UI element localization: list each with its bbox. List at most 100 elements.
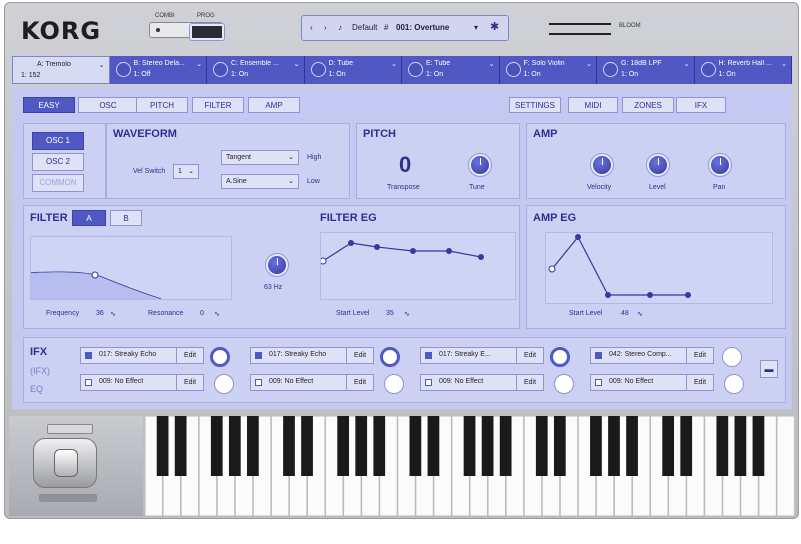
eq-edit-button[interactable]: Edit: [516, 374, 544, 391]
common-button[interactable]: COMMON: [32, 174, 84, 192]
chevron-down-icon[interactable]: ⌄: [684, 60, 690, 68]
black-key[interactable]: [553, 416, 566, 476]
level-knob[interactable]: [647, 154, 669, 176]
ifx-edit-button[interactable]: Edit: [176, 347, 204, 364]
eq-knob[interactable]: [724, 374, 744, 394]
chevron-down-icon[interactable]: ⌄: [391, 60, 397, 68]
pan-knob[interactable]: [709, 154, 731, 176]
slot-knob-icon[interactable]: [700, 62, 716, 77]
mode-switch-knob[interactable]: [190, 24, 224, 40]
mode-switch-track[interactable]: [149, 22, 224, 40]
filter-curve-graph[interactable]: [30, 236, 232, 300]
black-key[interactable]: [301, 416, 313, 476]
slot-g[interactable]: G: 18dB LPF 1: On ⌄: [597, 56, 695, 84]
ifx-on-icon[interactable]: [255, 352, 262, 359]
ifx-knob[interactable]: [550, 347, 570, 367]
black-key[interactable]: [283, 416, 295, 476]
black-key[interactable]: [228, 416, 241, 476]
black-key[interactable]: [752, 416, 765, 476]
ribbon-controller[interactable]: [39, 494, 97, 502]
black-key[interactable]: [535, 416, 548, 476]
black-key[interactable]: [481, 416, 494, 476]
black-key[interactable]: [626, 416, 638, 476]
tab-zones[interactable]: ZONES: [622, 97, 674, 113]
ifx-slot-1[interactable]: 017: Streaky Echo⌄: [80, 347, 188, 364]
osc2-button[interactable]: OSC 2: [32, 153, 84, 171]
transpose-value[interactable]: 0: [399, 152, 411, 178]
ifx-on-icon[interactable]: [425, 352, 432, 359]
high-wave-select[interactable]: Tangent ⌄: [221, 150, 299, 165]
ifx-knob[interactable]: [722, 347, 742, 367]
black-key[interactable]: [409, 416, 422, 476]
slot-h[interactable]: H: Reverb Hall ... 1: On ⌄: [694, 56, 792, 84]
black-key[interactable]: [463, 416, 476, 476]
filter-tab-b[interactable]: B: [110, 210, 142, 226]
black-key[interactable]: [590, 416, 602, 476]
slot-c[interactable]: C: Ensemble ... 1: On ⌄: [207, 56, 305, 84]
black-key[interactable]: [734, 416, 747, 476]
prev-preset-icon[interactable]: ‹: [310, 23, 313, 32]
eq-slot-1[interactable]: 009: No Effect⌄: [80, 374, 188, 391]
resonance-value[interactable]: 0: [200, 310, 204, 317]
slot-a[interactable]: A: Tremolo 1: 152 ⌄: [12, 56, 110, 84]
keyboard[interactable]: [144, 415, 795, 517]
filter-tab-a[interactable]: A: [72, 210, 106, 226]
filter-eg-start-value[interactable]: 35: [386, 310, 394, 317]
ifx-on-icon[interactable]: [595, 352, 602, 359]
tab-osc[interactable]: OSC: [78, 97, 138, 113]
filter-eg-graph[interactable]: [319, 232, 516, 300]
ifx-slot-4[interactable]: 042: Stereo Comp...⌄: [590, 347, 698, 364]
eq-edit-button[interactable]: Edit: [176, 374, 204, 391]
black-key[interactable]: [499, 416, 512, 476]
black-key[interactable]: [373, 416, 386, 476]
filter-knob[interactable]: [266, 254, 288, 276]
black-key[interactable]: [247, 416, 259, 476]
tab-easy[interactable]: EASY: [23, 97, 75, 113]
tab-filter[interactable]: FILTER: [192, 97, 244, 113]
slot-knob-icon[interactable]: [603, 62, 618, 77]
keyboard-keys[interactable]: [144, 415, 795, 517]
slot-e[interactable]: E: Tube 1: On ⌄: [402, 56, 500, 84]
eq-off-icon[interactable]: [595, 379, 602, 386]
combi-prog-switch[interactable]: COMBI PROG: [145, 13, 225, 41]
black-key[interactable]: [427, 416, 440, 476]
ifx-knob[interactable]: [210, 347, 230, 367]
eq-knob[interactable]: [384, 374, 404, 394]
eq-edit-button[interactable]: Edit: [686, 374, 714, 391]
chevron-down-icon[interactable]: ⌄: [781, 60, 787, 68]
eq-slot-2[interactable]: 009: No Effect⌄: [250, 374, 358, 391]
black-key[interactable]: [156, 416, 169, 476]
osc1-button[interactable]: OSC 1: [32, 132, 84, 150]
eq-knob[interactable]: [214, 374, 234, 394]
slot-knob-icon[interactable]: [115, 62, 131, 77]
tab-ifx[interactable]: IFX: [676, 97, 726, 113]
slot-b[interactable]: B: Stereo Dela... 1: Off ⌄: [109, 56, 207, 84]
vel-switch-select[interactable]: 1 ⌄: [173, 164, 199, 179]
preset-selector[interactable]: ‹ › ♪ Default # 001: Overtune ▾ ✱: [301, 15, 509, 41]
ifx-knob[interactable]: [380, 347, 400, 367]
eq-slot-3[interactable]: 009: No Effect⌄: [420, 374, 528, 391]
ifx-edit-button[interactable]: Edit: [686, 347, 714, 364]
ifx-edit-button[interactable]: Edit: [346, 347, 374, 364]
chevron-down-icon[interactable]: ⌄: [99, 61, 105, 69]
eq-off-icon[interactable]: [85, 379, 92, 386]
ifx-slot-3[interactable]: 017: Streaky E...⌄: [420, 347, 528, 364]
next-preset-icon[interactable]: ›: [324, 23, 327, 32]
velocity-knob[interactable]: [591, 154, 613, 176]
ifx-slot-2[interactable]: 017: Streaky Echo⌄: [250, 347, 358, 364]
black-key[interactable]: [662, 416, 675, 476]
slot-knob-icon[interactable]: [505, 62, 521, 77]
tab-pitch[interactable]: PITCH: [136, 97, 188, 113]
slot-knob-icon[interactable]: [310, 62, 326, 77]
low-wave-select[interactable]: A.Sine ⌄: [221, 174, 299, 189]
gear-icon[interactable]: ✱: [490, 20, 499, 33]
tab-settings[interactable]: SETTINGS: [509, 97, 561, 113]
eq-edit-button[interactable]: Edit: [346, 374, 374, 391]
eq-slot-4[interactable]: 009: No Effect⌄: [590, 374, 698, 391]
frequency-value[interactable]: 36: [96, 310, 104, 317]
black-key[interactable]: [680, 416, 693, 476]
amp-eg-graph[interactable]: [545, 232, 773, 304]
routing-icon[interactable]: ▬: [760, 360, 778, 378]
ifx-on-icon[interactable]: [85, 352, 92, 359]
slot-knob-icon[interactable]: [408, 62, 423, 77]
